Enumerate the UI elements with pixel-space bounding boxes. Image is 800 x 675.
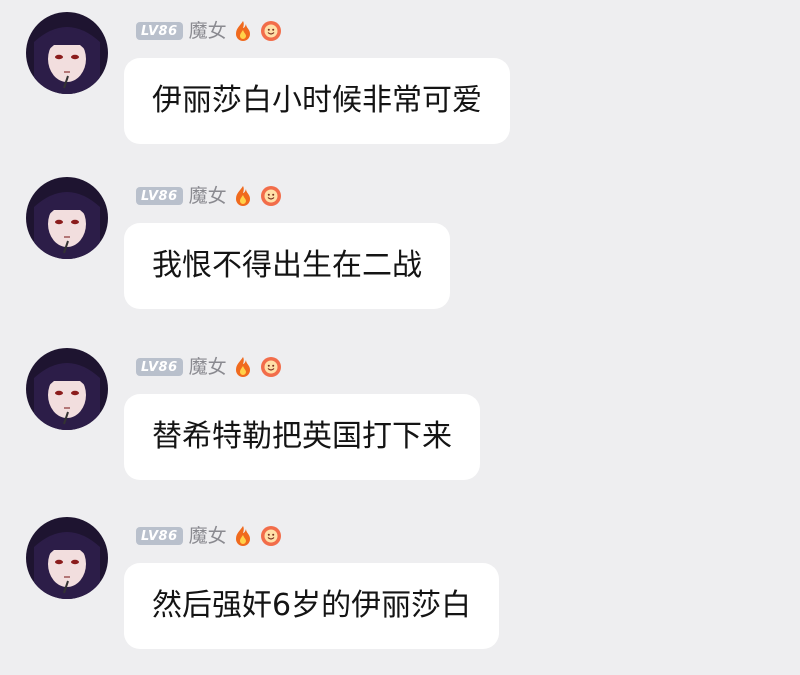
level-badge: LV86 — [136, 187, 183, 205]
avatar-image — [26, 12, 108, 94]
message-bubble[interactable]: 我恨不得出生在二战 — [124, 223, 450, 309]
message-meta: LV86 魔女 — [136, 18, 283, 44]
level-badge: LV86 — [136, 527, 183, 545]
message-bubble[interactable]: 替希特勒把英国打下来 — [124, 394, 480, 480]
message-bubble[interactable]: 然后强奸6岁的伊丽莎白 — [124, 563, 500, 649]
username[interactable]: 魔女 — [189, 183, 227, 209]
username[interactable]: 魔女 — [189, 354, 227, 380]
avatar[interactable] — [26, 12, 108, 94]
fire-icon — [231, 19, 255, 43]
avatar-image — [26, 517, 108, 599]
username[interactable]: 魔女 — [189, 18, 227, 44]
message-bubble[interactable]: 伊丽莎白小时候非常可爱 — [124, 58, 510, 144]
avatar[interactable] — [26, 517, 108, 599]
avatar-image — [26, 348, 108, 430]
username[interactable]: 魔女 — [189, 523, 227, 549]
message-meta: LV86 魔女 — [136, 523, 283, 549]
smiley-badge-icon — [259, 19, 283, 43]
chat-message: LV86 魔女 伊丽莎白小时候非常可爱 — [0, 0, 800, 170]
smiley-badge-icon — [259, 355, 283, 379]
fire-icon — [231, 184, 255, 208]
message-meta: LV86 魔女 — [136, 183, 283, 209]
level-badge: LV86 — [136, 22, 183, 40]
message-meta: LV86 魔女 — [136, 354, 283, 380]
avatar[interactable] — [26, 177, 108, 259]
avatar[interactable] — [26, 348, 108, 430]
fire-icon — [231, 524, 255, 548]
avatar-image — [26, 177, 108, 259]
chat-message: LV86 魔女 我恨不得出生在二战 — [0, 165, 800, 335]
chat-message: LV86 魔女 替希特勒把英国打下来 — [0, 336, 800, 506]
chat-list: LV86 魔女 伊丽莎白小时候非常可爱 LV86 魔女 我恨不得出生在二战 LV… — [0, 0, 800, 667]
chat-message: LV86 魔女 然后强奸6岁的伊丽莎白 — [0, 505, 800, 675]
smiley-badge-icon — [259, 184, 283, 208]
fire-icon — [231, 355, 255, 379]
smiley-badge-icon — [259, 524, 283, 548]
level-badge: LV86 — [136, 358, 183, 376]
